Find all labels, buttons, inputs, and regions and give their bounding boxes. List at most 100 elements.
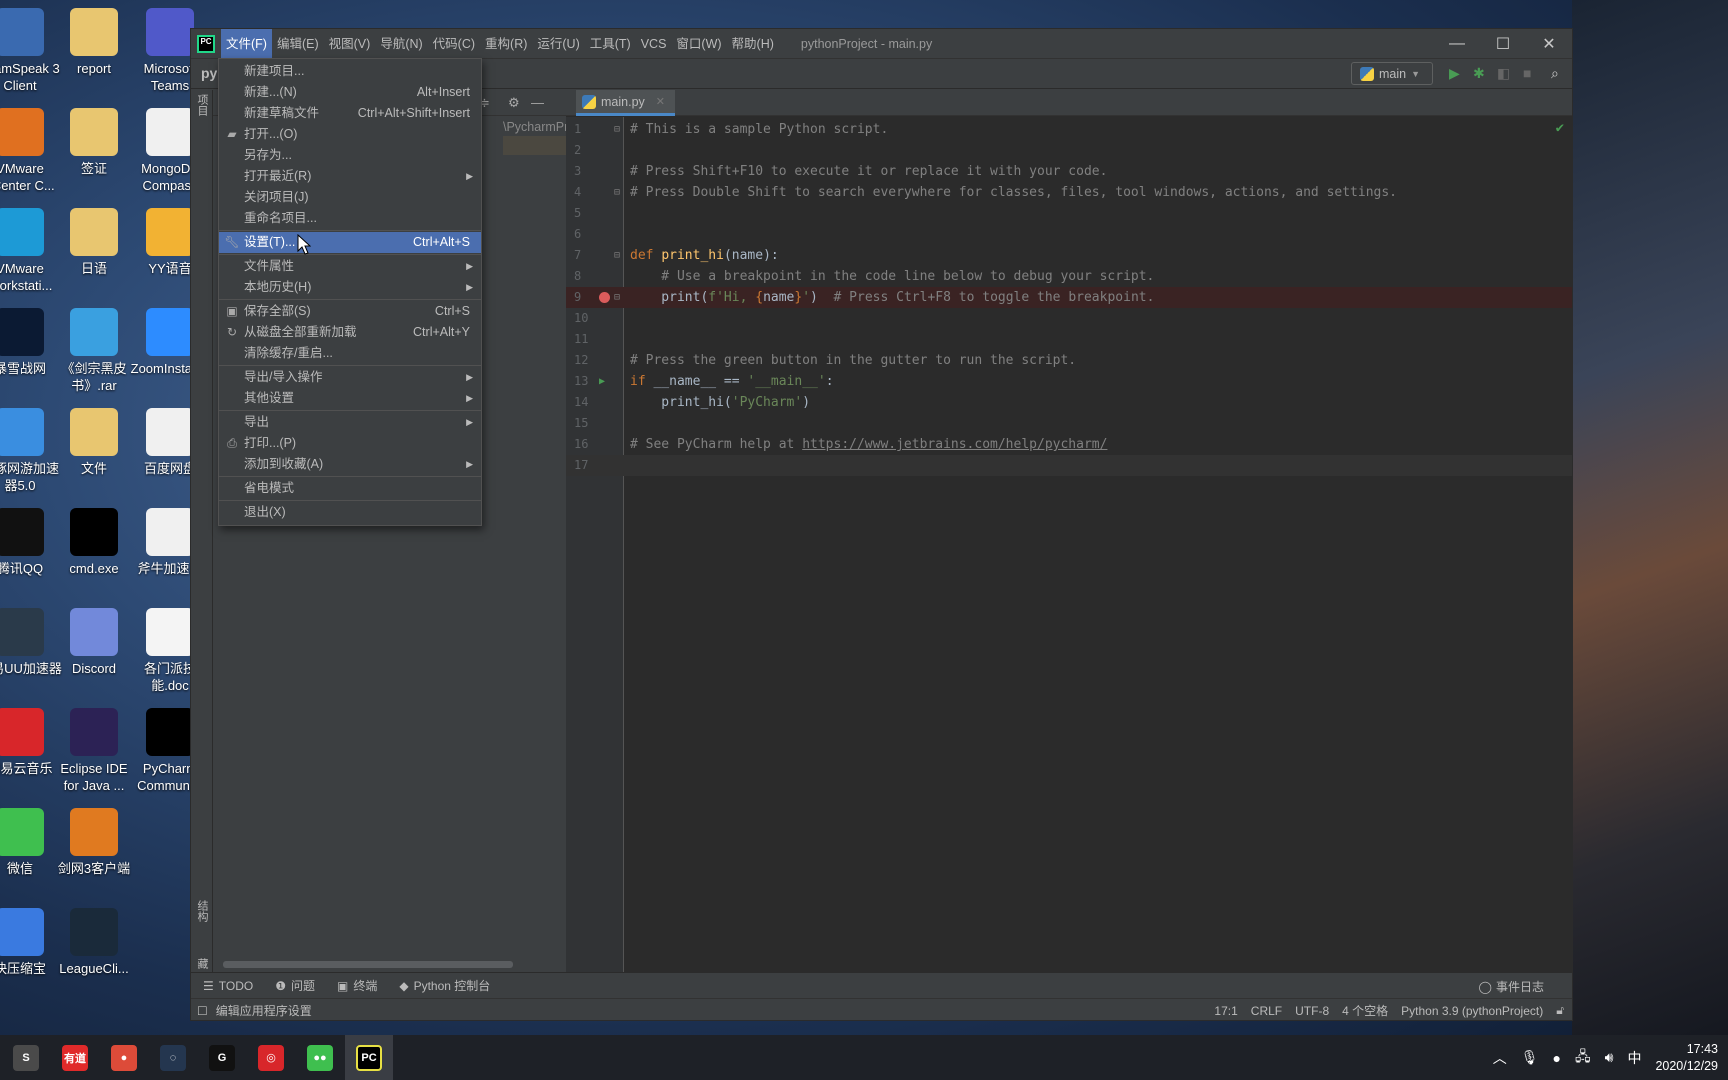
project-root-path[interactable]: \PycharmProject xyxy=(503,120,566,134)
file-menu-item[interactable]: ↻ 从磁盘全部重新加载 Ctrl+Alt+Y xyxy=(219,322,481,343)
desktop-icon[interactable]: 剑网3客户端 xyxy=(52,808,136,877)
taskbar-wechat[interactable]: ●● xyxy=(296,1035,344,1080)
clock[interactable]: 17:43 2020/12/29 xyxy=(1655,1041,1718,1075)
menu-1[interactable]: 编辑(E) xyxy=(272,29,324,59)
menu-5[interactable]: 重构(R) xyxy=(480,29,532,59)
network-icon[interactable]: 🖧︎ xyxy=(1575,1046,1591,1070)
code-line[interactable]: 7 def print_hi(name): ⊟ xyxy=(566,245,1572,266)
python-interpreter[interactable]: Python 3.9 (pythonProject) xyxy=(1401,1004,1543,1018)
coverage-icon[interactable]: ◧ xyxy=(1497,65,1510,82)
caret-position[interactable]: 17:1 xyxy=(1214,1004,1237,1018)
breakpoint-icon[interactable] xyxy=(599,292,610,303)
fold-marker-icon[interactable]: ⊟ xyxy=(614,287,620,308)
desktop-icon[interactable]: report xyxy=(52,8,136,77)
code-line[interactable]: 16 # See PyCharm help at https://www.jetb… xyxy=(566,434,1572,455)
stop-icon[interactable]: ■ xyxy=(1523,65,1531,81)
code-area[interactable]: 1 # This is a sample Python script. ⊟ 2 3 # P… xyxy=(566,117,1572,972)
file-menu-item[interactable]: 新建草稿文件 Ctrl+Alt+Shift+Insert xyxy=(219,103,481,124)
file-menu-item[interactable]: 导出 ▶ xyxy=(219,412,481,433)
code-line[interactable]: 9 print(f'Hi, {name}') # Press Ctrl+F8 t… xyxy=(566,287,1572,308)
file-menu-item[interactable]: 退出(X) xyxy=(219,502,481,523)
file-menu-item[interactable]: 另存为... xyxy=(219,145,481,166)
code-line[interactable]: 17 xyxy=(566,455,1572,476)
file-menu-item[interactable]: 关闭项目(J) xyxy=(219,187,481,208)
project-selected-row[interactable] xyxy=(503,136,566,155)
file-menu-item[interactable]: 重命名项目... xyxy=(219,208,481,229)
code-line[interactable]: 15 xyxy=(566,413,1572,434)
taskbar-sublime-text[interactable]: S xyxy=(2,1035,50,1080)
desktop-icon[interactable]: Eclipse IDE for Java ... xyxy=(52,708,136,794)
close-tab-icon[interactable]: ✕ xyxy=(656,95,665,108)
tool-window-button[interactable]: ❶ 问题 xyxy=(275,977,315,994)
file-menu-item[interactable]: 省电模式 xyxy=(219,478,481,499)
lock-icon[interactable]: 🔓︎ xyxy=(1556,1003,1564,1018)
code-line[interactable]: 13 if __name__ == '__main__': ▶ xyxy=(566,371,1572,392)
code-line[interactable]: 1 # This is a sample Python script. ⊟ xyxy=(566,119,1572,140)
taskbar-netease-music[interactable]: ◎ xyxy=(247,1035,295,1080)
file-encoding[interactable]: UTF-8 xyxy=(1295,1004,1329,1018)
file-menu-item[interactable]: 新建...(N) Alt+Insert xyxy=(219,82,481,103)
fold-marker-icon[interactable]: ⊟ xyxy=(614,182,620,203)
tool-window-button[interactable]: ☰ TODO xyxy=(203,979,253,993)
indent-setting[interactable]: 4 个空格 xyxy=(1342,1002,1388,1019)
menu-10[interactable]: 帮助(H) xyxy=(727,29,779,59)
menu-9[interactable]: 窗口(W) xyxy=(671,29,726,59)
tool-window-button[interactable]: ◆ Python 控制台 xyxy=(399,977,490,994)
taskbar-pycharm[interactable]: PC xyxy=(345,1035,393,1080)
show-hidden-icons[interactable]: ︿ xyxy=(1493,1048,1507,1068)
file-menu-item[interactable]: ⎙ 打印...(P) xyxy=(219,433,481,454)
horizontal-scrollbar[interactable] xyxy=(223,961,513,968)
file-menu-item[interactable]: 添加到收藏(A) ▶ xyxy=(219,454,481,475)
code-line[interactable]: 3 # Press Shift+F10 to execute it or repl… xyxy=(566,161,1572,182)
menu-6[interactable]: 运行(U) xyxy=(532,29,584,59)
tab-main-py[interactable]: main.py ✕ xyxy=(576,90,675,116)
taskbar-teamspeak[interactable]: ◌ xyxy=(149,1035,197,1080)
desktop-icon[interactable]: cmd.exe xyxy=(52,508,136,577)
file-menu-item[interactable]: 导出/导入操作 ▶ xyxy=(219,367,481,388)
minimize-button[interactable]: — xyxy=(1434,29,1480,59)
desktop-icon[interactable]: 《剑宗黑皮书》.rar xyxy=(52,308,136,394)
qq-tray-icon[interactable]: ● xyxy=(1553,1050,1561,1066)
line-ending[interactable]: CRLF xyxy=(1251,1004,1282,1018)
file-menu-item[interactable]: 🔧︎ 设置(T)... Ctrl+Alt+S xyxy=(219,232,481,253)
microphone-icon[interactable]: 🎙︎ xyxy=(1521,1049,1539,1066)
code-line[interactable]: 10 xyxy=(566,308,1572,329)
search-icon[interactable]: ⌕ xyxy=(1551,65,1559,82)
fold-marker-icon[interactable]: ⊟ xyxy=(614,245,620,266)
close-button[interactable]: ✕ xyxy=(1526,29,1572,59)
taskbar-logitech-g[interactable]: G xyxy=(198,1035,246,1080)
file-menu-item[interactable]: ▰ 打开...(O) xyxy=(219,124,481,145)
desktop-icon[interactable]: 文件 xyxy=(52,408,136,477)
file-menu-item[interactable]: 本地历史(H) ▶ xyxy=(219,277,481,298)
desktop-icon[interactable]: 日语 xyxy=(52,208,136,277)
menu-3[interactable]: 导航(N) xyxy=(375,29,427,59)
menu-4[interactable]: 代码(C) xyxy=(428,29,480,59)
code-line[interactable]: 8 # Use a breakpoint in the code line be… xyxy=(566,266,1572,287)
code-line[interactable]: 14 print_hi('PyCharm') xyxy=(566,392,1572,413)
run-icon[interactable]: ▶ xyxy=(1449,65,1460,82)
run-configuration-dropdown[interactable]: main ▼ xyxy=(1351,62,1433,85)
maximize-button[interactable]: ☐ xyxy=(1480,29,1526,59)
menu-0[interactable]: 文件(F) xyxy=(221,28,272,59)
hide-panel-icon[interactable]: — xyxy=(531,95,544,110)
file-menu-item[interactable]: 新建项目... xyxy=(219,61,481,82)
tool-window-button[interactable]: ▣ 终端 xyxy=(337,977,377,994)
file-menu-item[interactable]: 文件属性 ▶ xyxy=(219,256,481,277)
desktop-icon[interactable]: LeagueCli... xyxy=(52,908,136,977)
file-menu-item[interactable]: 打开最近(R) ▶ xyxy=(219,166,481,187)
desktop-icon[interactable]: Discord xyxy=(52,608,136,677)
menu-2[interactable]: 视图(V) xyxy=(324,29,376,59)
code-line[interactable]: 11 xyxy=(566,329,1572,350)
file-menu-item[interactable]: 清除缓存/重启... xyxy=(219,343,481,364)
file-menu-item[interactable]: ▣ 保存全部(S) Ctrl+S xyxy=(219,301,481,322)
menu-8[interactable]: VCS xyxy=(636,29,672,59)
project-breadcrumb[interactable]: py xyxy=(201,65,217,81)
code-line[interactable]: 12 # Press the green button in the gutter… xyxy=(566,350,1572,371)
code-line[interactable]: 6 xyxy=(566,224,1572,245)
debug-icon[interactable]: ✱ xyxy=(1473,65,1485,82)
project-tool-tab[interactable]: 项目 xyxy=(194,94,210,116)
code-line[interactable]: 4 # Press Double Shift to search everywhe… xyxy=(566,182,1572,203)
taskbar-youdao[interactable]: 有道 xyxy=(51,1035,99,1080)
code-line[interactable]: 5 xyxy=(566,203,1572,224)
menu-7[interactable]: 工具(T) xyxy=(585,29,636,59)
